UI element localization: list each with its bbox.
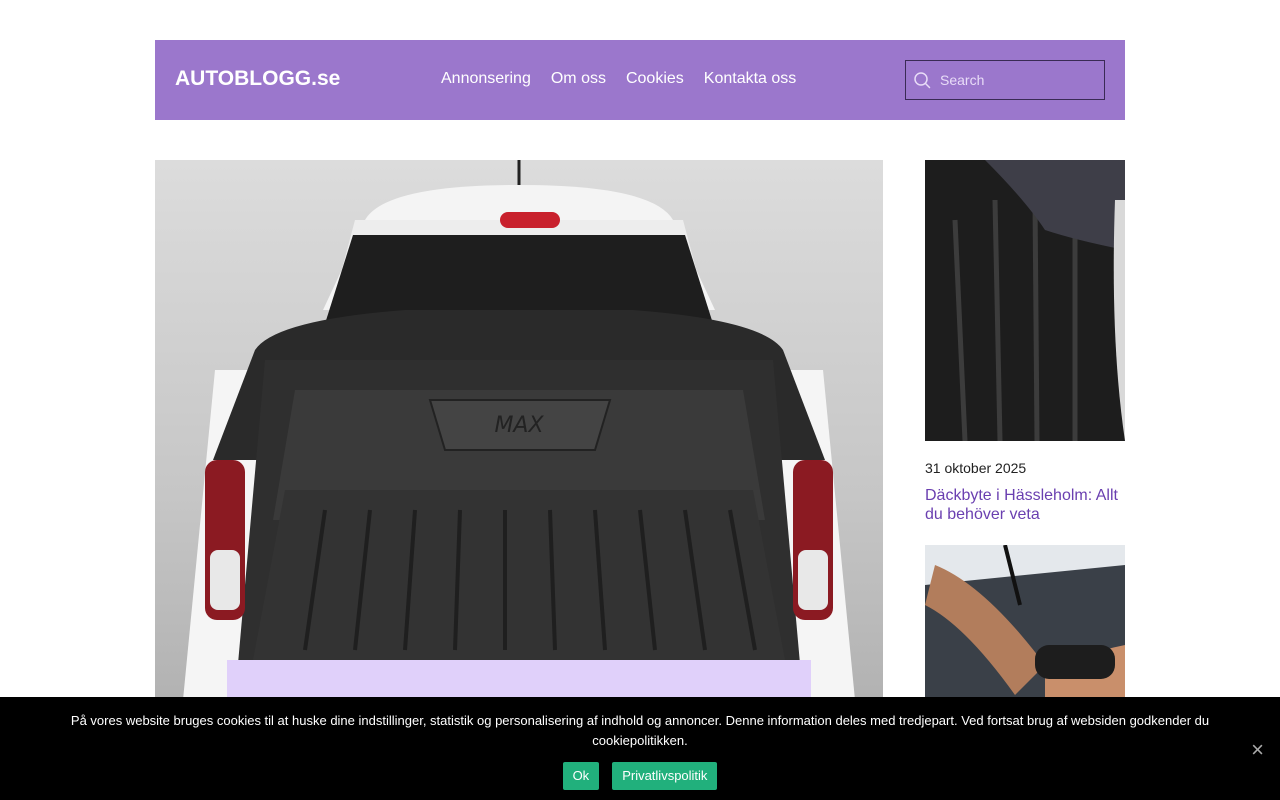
cookie-banner: På vores website bruges cookies til at h… (0, 697, 1280, 800)
car-polishing-image (925, 545, 1125, 705)
post-thumbnail-polishing[interactable] (925, 545, 1125, 705)
search-box (905, 60, 1105, 100)
post-date: 31 oktober 2025 (925, 460, 1027, 476)
cookie-ok-button[interactable]: Ok (562, 762, 600, 790)
nav-kontakta-oss[interactable]: Kontakta oss (704, 70, 797, 88)
svg-text:MAX: MAX (494, 413, 544, 438)
tire-image (925, 160, 1125, 441)
main-nav: Annonsering Om oss Cookies Kontakta oss (441, 70, 796, 88)
close-icon[interactable]: × (1251, 739, 1264, 761)
post-thumbnail-tire[interactable] (925, 160, 1125, 441)
post-title-link[interactable]: Däckbyte i Hässleholm: Allt du behöver v… (925, 486, 1125, 524)
site-header: AUTOBLOGG.se Annonsering Om oss Cookies … (155, 40, 1125, 120)
search-input[interactable] (938, 71, 1102, 89)
sidebar: 31 oktober 2025 Däckbyte i Hässleholm: A… (925, 160, 1125, 705)
privacy-policy-button[interactable]: Privatlivspolitik (612, 762, 718, 790)
site-logo[interactable]: AUTOBLOGG.se (175, 67, 340, 91)
featured-image[interactable]: MAX (155, 160, 883, 720)
cookie-buttons: Ok Privatlivspolitik (0, 762, 1280, 790)
nav-annonsering[interactable]: Annonsering (441, 70, 531, 88)
nav-om-oss[interactable]: Om oss (551, 70, 606, 88)
nav-cookies[interactable]: Cookies (626, 70, 684, 88)
cookie-text: På vores website bruges cookies til at h… (70, 713, 1210, 748)
search-icon[interactable] (906, 71, 938, 89)
pickup-truck-image: MAX (155, 160, 883, 720)
